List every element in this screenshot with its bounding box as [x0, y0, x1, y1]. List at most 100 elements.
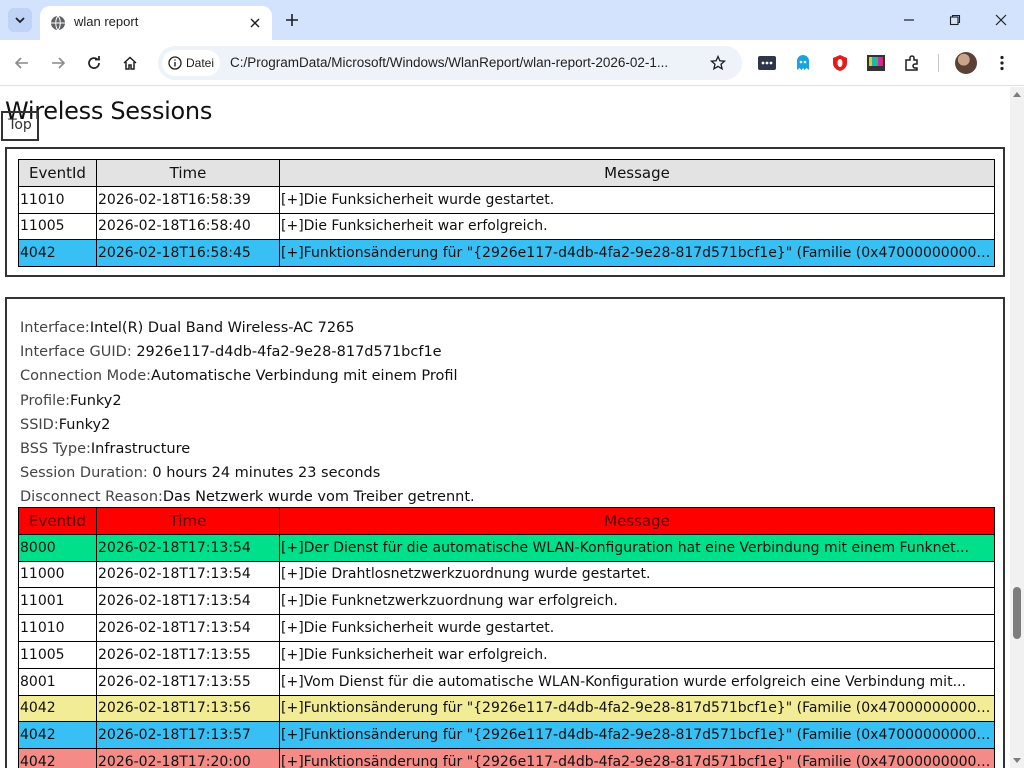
menu-dots-icon[interactable]: [992, 52, 1012, 74]
interface-line: Interface:Intel(R) Dual Band Wireless-AC…: [20, 320, 355, 336]
tab-search-icon[interactable]: [8, 8, 32, 32]
column-header-time: Time: [96, 159, 280, 187]
extension-ghost-icon[interactable]: [792, 52, 814, 74]
event-time: 2026-02-18T17:13:56: [96, 694, 280, 723]
column-header-eventid: EventId: [18, 507, 97, 535]
event-message: [+]Die Funksicherheit war erfolgreich.: [279, 212, 995, 241]
table-row: 11001 2026-02-18T17:13:54 [+]Die Funknet…: [18, 587, 995, 616]
home-icon[interactable]: [116, 49, 144, 77]
table-row: 4042 2026-02-18T17:13:56 [+]Funktionsänd…: [18, 694, 995, 723]
address-bar[interactable]: Datei C:/ProgramData/Microsoft/Windows/W…: [158, 46, 742, 80]
toolbar-separator: [938, 54, 939, 72]
back-arrow-icon[interactable]: [8, 49, 36, 77]
events-table: EventId Time Message 8000 2026-02-18T17:…: [18, 507, 995, 768]
event-time: 2026-02-18T17:13:54: [96, 560, 280, 589]
session-duration-value: 0 hours 24 minutes 23 seconds: [152, 465, 381, 482]
event-message: [+]Funktionsänderung für "{2926e117-d4db…: [279, 721, 995, 750]
event-id: 11005: [18, 212, 97, 241]
event-message: [+]Funktionsänderung für "{2926e117-d4db…: [279, 748, 995, 768]
event-time: 2026-02-18T17:13:55: [96, 640, 280, 669]
profile-line: Profile:Funky2: [20, 392, 122, 409]
close-icon[interactable]: [246, 14, 264, 32]
tab-title: wlan report: [74, 14, 139, 29]
plus-icon[interactable]: [280, 8, 304, 32]
event-message: [+]Die Funksicherheit wurde gestartet.: [279, 185, 995, 214]
close-window-icon[interactable]: [981, 6, 1021, 34]
column-header-time: Time: [96, 507, 280, 535]
disconnect-reason-line: Disconnect Reason:Das Netzwerk wurde vom…: [20, 489, 475, 506]
column-header-message: Message: [279, 159, 995, 187]
bss-type-value: Infrastructure: [90, 441, 191, 458]
table-header-row: EventId Time Message: [18, 507, 995, 535]
disconnect-reason-value: Das Netzwerk wurde vom Treiber getrennt.: [162, 489, 475, 506]
info-icon: [168, 56, 182, 70]
reload-icon[interactable]: [80, 49, 108, 77]
event-time: 2026-02-18T17:13:57: [96, 721, 280, 750]
event-id: 8000: [18, 533, 97, 562]
event-message: [+]Vom Dienst für die automatische WLAN-…: [279, 667, 995, 696]
table-row: 11005 2026-02-18T16:58:40 [+]Die Funksic…: [18, 212, 995, 241]
event-time: 2026-02-18T17:13:54: [96, 533, 280, 562]
scroll-down-arrow-icon[interactable]: [1013, 758, 1021, 764]
table-row: 4042 2026-02-18T17:13:57 [+]Funktionsänd…: [18, 721, 995, 750]
extension-tv-icon[interactable]: [865, 52, 887, 74]
event-message: [+]Die Funksicherheit war erfolgreich.: [279, 640, 995, 669]
connection-mode-value: Automatische Verbindung mit einem Profil: [151, 368, 458, 385]
table-row: 11000 2026-02-18T17:13:54 [+]Die Drahtlo…: [18, 560, 995, 589]
ssid-value: Funky2: [58, 416, 111, 433]
events-table-previous: EventId Time Message 11010 2026-02-18T16…: [18, 159, 995, 268]
browser-tab[interactable]: wlan report: [40, 6, 272, 40]
top-button[interactable]: Top: [1, 111, 39, 141]
site-chip-label: Datei: [186, 56, 215, 70]
column-header-message: Message: [279, 507, 995, 535]
restore-icon[interactable]: [935, 6, 975, 34]
event-id: 11010: [18, 185, 97, 214]
scroll-up-arrow-icon[interactable]: [1013, 91, 1021, 97]
session-box: Interface:Intel(R) Dual Band Wireless-AC…: [5, 297, 1005, 768]
table-row: 11010 2026-02-18T16:58:39 [+]Die Funksic…: [18, 185, 995, 214]
table-header-row: EventId Time Message: [18, 159, 995, 187]
site-info-chip[interactable]: Datei: [162, 50, 220, 76]
table-row: 11005 2026-02-18T17:13:55 [+]Die Funksic…: [18, 640, 995, 669]
minimize-icon[interactable]: [889, 6, 929, 34]
event-time: 2026-02-18T17:13:54: [96, 587, 280, 616]
event-time: 2026-02-18T17:13:54: [96, 614, 280, 642]
guid-value: 2926e117-d4db-4fa2-9e28-817d571bcf1e: [136, 344, 442, 361]
event-message: [+]Die Drahtlosnetzwerkzuordnung wurde g…: [279, 560, 995, 589]
url-text[interactable]: C:/ProgramData/Microsoft/Windows/WlanRep…: [230, 55, 668, 70]
extension-icon[interactable]: [901, 52, 923, 74]
interface-value: Intel(R) Dual Band Wireless-AC 7265: [89, 320, 355, 336]
star-icon[interactable]: [708, 53, 728, 73]
session-info: Interface:Intel(R) Dual Band Wireless-AC…: [20, 316, 475, 510]
event-id: 4042: [18, 694, 97, 723]
event-message: [+]Funktionsänderung für "{2926e117-d4db…: [279, 694, 995, 723]
profile-avatar[interactable]: [955, 52, 977, 74]
extension-shield-icon[interactable]: [829, 52, 851, 74]
table-row: 8001 2026-02-18T17:13:55 [+]Vom Dienst f…: [18, 667, 995, 696]
event-time: 2026-02-18T17:13:55: [96, 667, 280, 696]
forward-arrow-icon[interactable]: [44, 49, 72, 77]
event-message: [+]Die Funknetzwerkzuordnung war erfolgr…: [279, 587, 995, 616]
vertical-scrollbar[interactable]: [1010, 87, 1024, 768]
browser-toolbar: Datei C:/ProgramData/Microsoft/Windows/W…: [0, 40, 1024, 86]
event-id: 11010: [18, 614, 97, 642]
event-id: 4042: [18, 748, 97, 768]
event-time: 2026-02-18T16:58:39: [96, 185, 280, 214]
event-id: 11000: [18, 560, 97, 589]
event-id: 11005: [18, 640, 97, 669]
event-message: [+]Funktionsänderung für "{2926e117-d4db…: [279, 239, 995, 268]
session-box-previous: EventId Time Message 11010 2026-02-18T16…: [5, 147, 1005, 277]
session-duration-line: Session Duration: 0 hours 24 minutes 23 …: [20, 465, 381, 482]
connection-mode-line: Connection Mode:Automatische Verbindung …: [20, 368, 458, 385]
event-time: 2026-02-18T16:58:40: [96, 212, 280, 241]
extension-dots-icon[interactable]: [756, 52, 778, 74]
column-header-eventid: EventId: [18, 159, 97, 187]
event-id: 4042: [18, 721, 97, 750]
scrollbar-thumb[interactable]: [1013, 587, 1021, 639]
bss-type-line: BSS Type:Infrastructure: [20, 441, 191, 458]
event-message: [+]Die Funksicherheit wurde gestartet.: [279, 614, 995, 642]
table-row: 4042 2026-02-18T16:58:45 [+]Funktionsänd…: [18, 239, 995, 268]
table-row: 4042 2026-02-18T17:20:00 [+]Funktionsänd…: [18, 748, 995, 768]
table-row: 11010 2026-02-18T17:13:54 [+]Die Funksic…: [18, 614, 995, 642]
globe-icon: [51, 15, 65, 31]
